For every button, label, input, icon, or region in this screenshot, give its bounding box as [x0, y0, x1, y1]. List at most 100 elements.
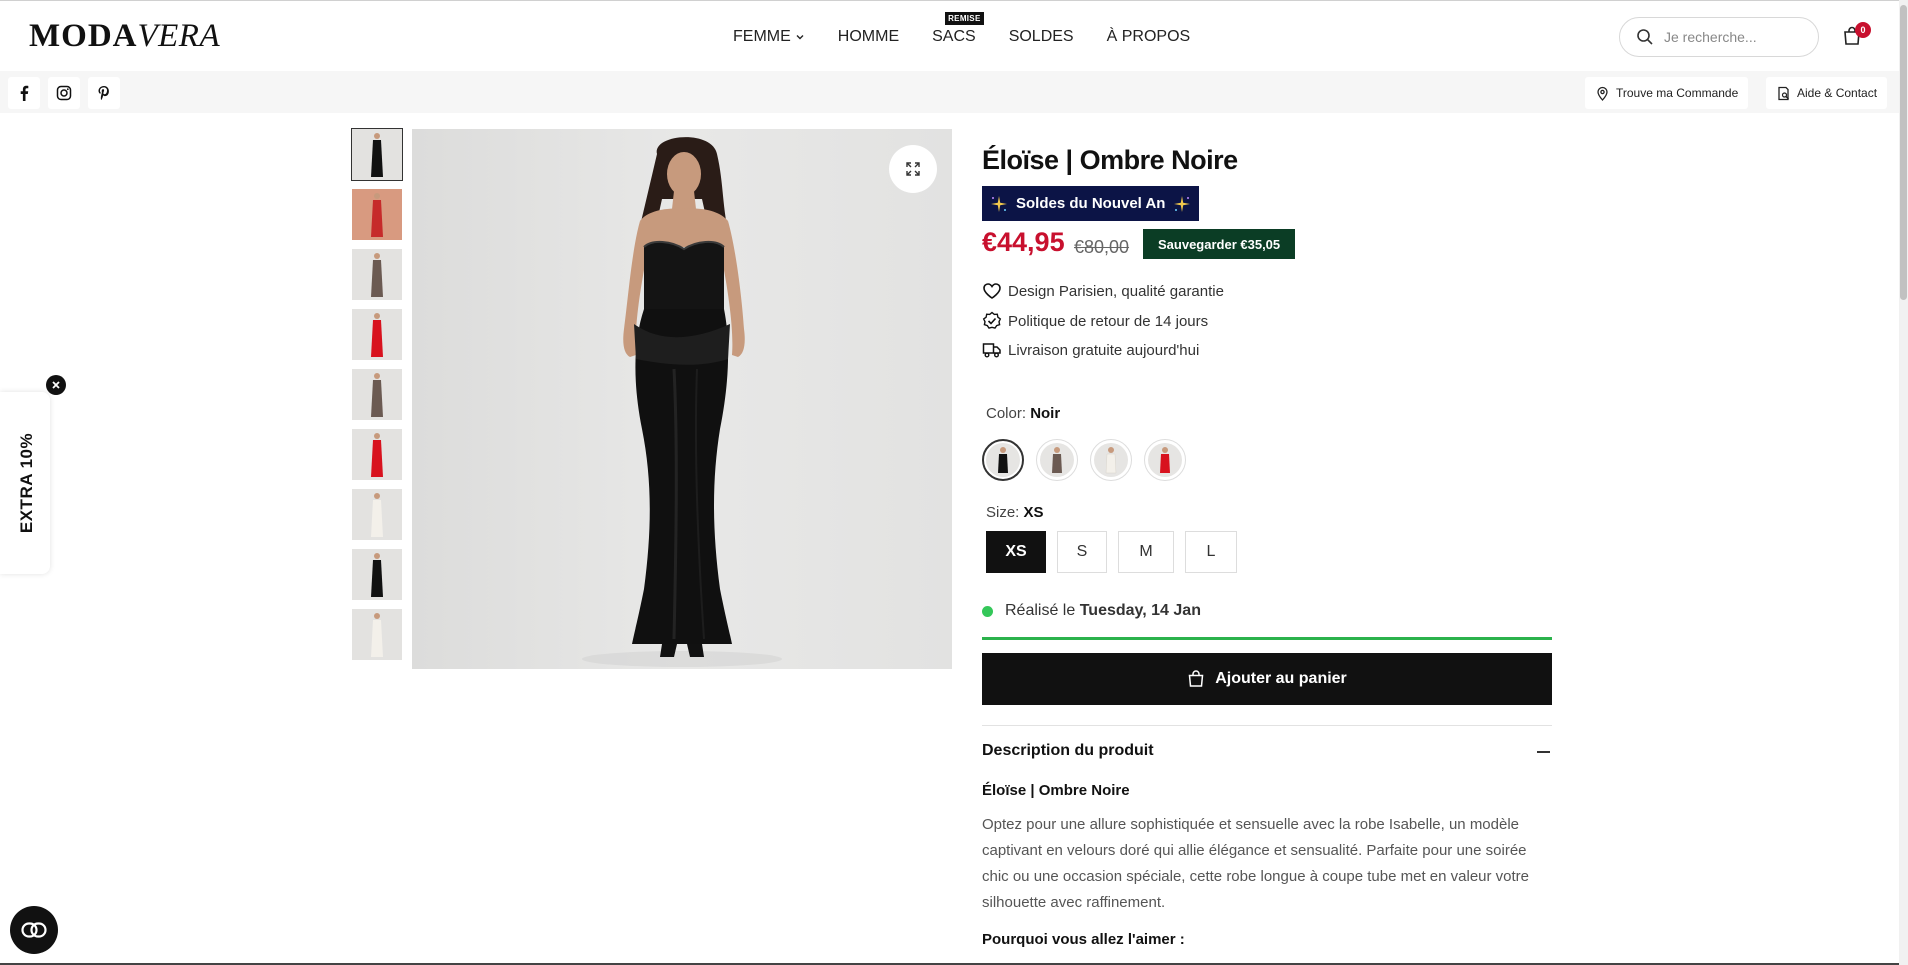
nav-badge-remise: REMISE: [945, 12, 984, 25]
location-pin-icon: [1597, 86, 1608, 101]
swatch-brown-image: [1040, 443, 1074, 477]
document-search-icon: [1778, 86, 1789, 100]
swatch-black[interactable]: [982, 439, 1024, 481]
truck-icon: [982, 343, 1001, 358]
thumbnail-8[interactable]: [352, 549, 402, 600]
swatch-black-image: [986, 443, 1020, 477]
discount-tab-label: EXTRA 10%: [17, 432, 36, 534]
site-logo[interactable]: MODAVERA: [29, 18, 220, 55]
description-title: Éloïse | Ombre Noire: [982, 782, 1130, 799]
nav-soldes-label: SOLDES: [1008, 28, 1074, 45]
instagram-link[interactable]: [48, 77, 80, 109]
nav-soldes[interactable]: SOLDES: [1009, 28, 1074, 46]
site-header: MODAVERA FEMME HOMME REMISE SACS SOLDES …: [0, 0, 1908, 71]
collapse-icon[interactable]: [1537, 751, 1550, 753]
size-label: Size: XS: [986, 504, 1044, 521]
search-icon: [1637, 29, 1653, 45]
pinterest-icon: [98, 86, 109, 100]
thumbnail-7[interactable]: [352, 489, 402, 540]
sparkle-icon: [991, 195, 1007, 212]
thumbnail-list: [351, 128, 403, 669]
nav-femme-label: FEMME: [733, 28, 791, 45]
color-label: Color: Noir: [986, 405, 1061, 422]
track-order-button[interactable]: Trouve ma Commande: [1585, 77, 1749, 109]
page: MODAVERA FEMME HOMME REMISE SACS SOLDES …: [0, 0, 1908, 965]
nav-sacs[interactable]: REMISE SACS: [932, 12, 984, 46]
nav-a-propos[interactable]: À PROPOS: [1107, 28, 1191, 46]
nav-homme[interactable]: HOMME: [838, 28, 899, 46]
thumbnail-2[interactable]: [352, 189, 402, 240]
feature-quality-text: Design Parisien, qualité garantie: [1008, 282, 1224, 300]
heart-icon: [983, 283, 1001, 299]
scrollbar-thumb[interactable]: [1900, 5, 1907, 300]
feature-shipping-text: Livraison gratuite aujourd'hui: [1008, 341, 1200, 359]
thumbnail-3[interactable]: [352, 249, 402, 300]
description-subheading: Pourquoi vous allez l'aimer :: [982, 931, 1185, 948]
chevron-down-icon: [796, 35, 804, 40]
original-price: €80,00: [1074, 237, 1130, 257]
discount-tab[interactable]: EXTRA 10%: [0, 392, 50, 574]
link-icon: [21, 922, 47, 938]
feature-quality: Design Parisien, qualité garantie: [982, 281, 1224, 301]
feature-returns: Politique de retour de 14 jours: [982, 311, 1208, 331]
selected-size: XS: [1023, 504, 1044, 521]
selected-color: Noir: [1030, 405, 1061, 422]
status-dot: [982, 605, 993, 617]
add-to-cart-label: Ajouter au panier: [1215, 670, 1347, 687]
nav-sacs-label: SACS: [932, 28, 976, 45]
cart-count-badge: 0: [1855, 22, 1871, 38]
instagram-icon: [56, 85, 72, 101]
divider: [982, 725, 1552, 726]
description-accordion-title[interactable]: Description du produit: [982, 742, 1154, 760]
expand-icon: [906, 162, 920, 176]
promo-label: Soldes du Nouvel An: [1016, 195, 1166, 212]
thumbnail-1[interactable]: [351, 128, 403, 181]
size-s-button[interactable]: S: [1057, 531, 1107, 573]
search-input[interactable]: [1664, 29, 1804, 45]
swatch-red[interactable]: [1144, 439, 1186, 481]
feature-returns-text: Politique de retour de 14 jours: [1008, 312, 1209, 330]
close-icon: [52, 381, 60, 389]
dress-photo: [582, 137, 782, 667]
savings-badge: Sauvegarder €35,05: [1143, 229, 1296, 259]
nav-femme[interactable]: FEMME: [733, 28, 805, 46]
promo-banner: Soldes du Nouvel An: [982, 186, 1200, 221]
utility-bar: Trouve ma Commande Aide & Contact: [0, 71, 1908, 113]
shopping-bag-icon: [1188, 670, 1204, 687]
swatch-brown[interactable]: [1036, 439, 1078, 481]
check-badge-icon: [982, 311, 1002, 329]
product-title: Éloïse | Ombre Noire: [982, 145, 1238, 175]
cart-button[interactable]: 0: [1842, 22, 1871, 50]
expand-image-button[interactable]: [889, 145, 937, 193]
add-to-cart-button[interactable]: Ajouter au panier: [982, 653, 1552, 705]
thumbnail-5[interactable]: [352, 369, 402, 420]
product-main-image[interactable]: [412, 129, 952, 669]
description-text: Optez pour une allure sophistiquée et se…: [982, 816, 1530, 911]
delivery-estimate: Réalisé le Tuesday, 14 Jan: [982, 602, 1201, 620]
page-scrollbar[interactable]: [1899, 0, 1908, 965]
thumbnail-4[interactable]: [352, 309, 402, 360]
thumbnail-9[interactable]: [352, 609, 402, 660]
current-price: €44,95: [982, 227, 1065, 257]
facebook-icon: [20, 85, 29, 101]
close-discount-button[interactable]: [46, 375, 66, 395]
feature-shipping: Livraison gratuite aujourd'hui: [982, 340, 1199, 360]
nav-homme-label: HOMME: [837, 28, 900, 45]
facebook-link[interactable]: [8, 77, 40, 109]
track-order-label: Trouve ma Commande: [1616, 86, 1739, 100]
swatch-white[interactable]: [1090, 439, 1132, 481]
delivery-text: Réalisé le Tuesday, 14 Jan: [1005, 602, 1201, 619]
nav-a-propos-label: À PROPOS: [1106, 28, 1191, 45]
swatch-red-image: [1148, 443, 1182, 477]
main-nav: FEMME HOMME REMISE SACS SOLDES À PROPOS: [733, 12, 1223, 46]
pinterest-link[interactable]: [88, 77, 120, 109]
size-xs-button[interactable]: XS: [986, 531, 1046, 573]
thumbnail-6[interactable]: [352, 429, 402, 480]
search-box[interactable]: [1619, 17, 1819, 57]
size-m-button[interactable]: M: [1118, 531, 1174, 573]
size-l-button[interactable]: L: [1185, 531, 1237, 573]
accessibility-button[interactable]: [10, 906, 58, 954]
delivery-divider: [982, 637, 1552, 640]
help-contact-button[interactable]: Aide & Contact: [1766, 77, 1888, 109]
help-contact-label: Aide & Contact: [1797, 86, 1878, 100]
